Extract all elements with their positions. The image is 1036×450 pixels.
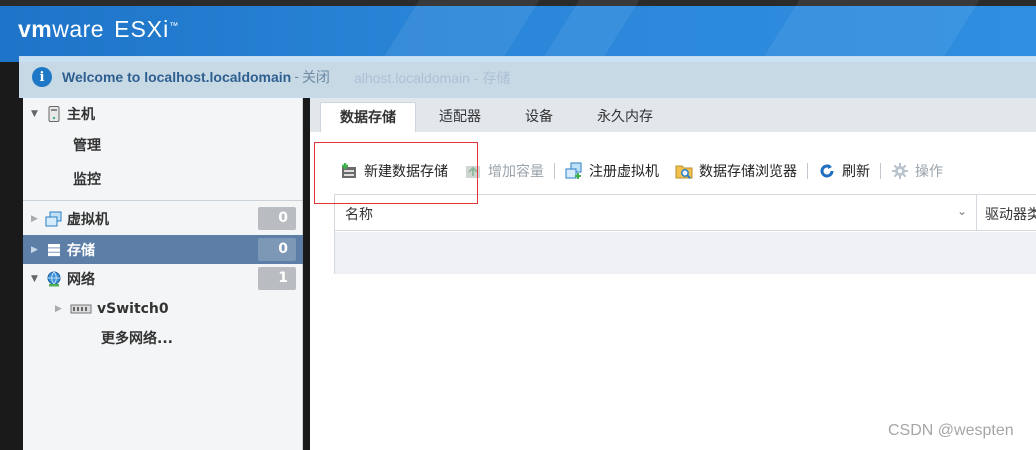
increase-capacity-button[interactable]: 增加容量 — [464, 161, 544, 181]
watermark: CSDN @wespten — [888, 422, 1014, 439]
nav-item-host[interactable]: ▼ 主机 — [23, 102, 303, 126]
main-content: 数据存储 适配器 设备 永久内存 新建数据存储 增加容量 注册虚拟机 数据存储浏… — [310, 98, 1036, 450]
grid-empty-row — [335, 232, 1036, 274]
storage-count-badge: 0 — [258, 238, 296, 261]
register-vm-label: 注册虚拟机 — [589, 164, 659, 180]
actions-button[interactable]: 操作 — [891, 161, 943, 181]
tab-devices[interactable]: 设备 — [506, 102, 572, 132]
vm-count-badge: 0 — [258, 207, 296, 230]
banner-close-link[interactable]: 关闭 — [302, 67, 330, 87]
increase-capacity-icon — [464, 162, 482, 180]
column-resize-handle[interactable] — [976, 195, 977, 231]
collapse-arrow-icon[interactable]: ▼ — [31, 109, 43, 119]
tab-persistent-memory[interactable]: 永久内存 — [582, 102, 668, 132]
app-header: vmware ESXi™ — [0, 0, 1036, 62]
storage-icon — [45, 242, 63, 258]
gear-icon — [891, 162, 909, 180]
nav-label-vswitch0: vSwitch0 — [97, 301, 169, 317]
increase-capacity-label: 增加容量 — [488, 164, 544, 180]
breadcrumb-ghost: alhost.localdomain - 存储 — [354, 70, 511, 86]
info-icon: i — [32, 67, 52, 87]
switch-icon — [69, 301, 93, 317]
welcome-banner: i Welcome to localhost.localdomain - 关闭 … — [19, 56, 1036, 98]
toolbar-separator — [807, 163, 808, 179]
nav-label-virtual-machines: 虚拟机 — [67, 212, 109, 228]
new-datastore-label: 新建数据存储 — [364, 164, 448, 180]
banner-separator: - — [294, 69, 299, 85]
actions-label: 操作 — [915, 164, 943, 180]
nav-item-storage[interactable]: ▶ 存储 0 — [23, 235, 303, 264]
network-globe-icon — [45, 271, 63, 287]
network-count-badge: 1 — [258, 267, 296, 290]
toolbar-separator — [554, 163, 555, 179]
expand-arrow-icon[interactable]: ▶ — [31, 214, 43, 224]
header-decoration — [380, 0, 540, 62]
datastore-browser-icon — [675, 162, 693, 180]
tab-datastores[interactable]: 数据存储 — [320, 102, 416, 132]
nav-item-more-networks[interactable]: 更多网络... — [101, 328, 173, 348]
new-datastore-icon — [340, 162, 358, 180]
new-datastore-button[interactable]: 新建数据存储 — [340, 161, 448, 181]
collapse-arrow-icon[interactable]: ▼ — [31, 274, 43, 284]
nav-item-monitor[interactable]: 监控 — [73, 169, 101, 189]
header-decoration — [760, 0, 980, 62]
refresh-label: 刷新 — [842, 164, 870, 180]
tab-bar — [310, 98, 1036, 132]
register-vm-icon — [565, 162, 583, 180]
nav-item-manage[interactable]: 管理 — [73, 135, 101, 155]
column-menu-chevron-icon[interactable]: ⌄ — [957, 204, 967, 218]
welcome-text: Welcome to localhost.localdomain — [62, 69, 292, 85]
tab-adapters[interactable]: 适配器 — [422, 102, 498, 132]
toolbar-separator — [880, 163, 881, 179]
vmware-esxi-logo[interactable]: vmware ESXi™ — [18, 16, 179, 43]
datastore-browser-button[interactable]: 数据存储浏览器 — [675, 161, 797, 181]
expand-arrow-icon[interactable]: ▶ — [31, 245, 43, 255]
navigator-panel: ▼ 主机 管理 监控 ▶ 虚拟机 0 ▶ 存储 0 ▼ 网络 1 ▶ vSwit… — [23, 98, 303, 450]
nav-item-network[interactable]: ▼ 网络 1 — [23, 266, 303, 292]
nav-item-vswitch0[interactable]: ▶ vSwitch0 — [47, 298, 303, 320]
column-header-driver-type[interactable]: 驱动器类 — [985, 204, 1036, 224]
register-vm-button[interactable]: 注册虚拟机 — [565, 161, 659, 181]
datastore-toolbar: 新建数据存储 增加容量 注册虚拟机 数据存储浏览器 刷新 操作 — [340, 158, 943, 184]
refresh-icon — [818, 162, 836, 180]
grid-header: 名称 ⌄ 驱动器类 — [335, 195, 1036, 231]
header-decoration — [540, 0, 640, 62]
column-header-name[interactable]: 名称 — [345, 204, 373, 224]
nav-label-network: 网络 — [67, 272, 95, 288]
host-icon — [45, 106, 63, 122]
refresh-button[interactable]: 刷新 — [818, 161, 870, 181]
virtual-machine-icon — [45, 211, 63, 227]
nav-label-host: 主机 — [67, 107, 95, 123]
nav-label-storage: 存储 — [67, 242, 95, 259]
datastore-browser-label: 数据存储浏览器 — [699, 164, 797, 180]
datastore-grid: 名称 ⌄ 驱动器类 — [334, 194, 1036, 274]
expand-arrow-icon[interactable]: ▶ — [55, 304, 67, 314]
nav-divider — [23, 200, 303, 201]
nav-item-virtual-machines[interactable]: ▶ 虚拟机 0 — [23, 206, 303, 232]
